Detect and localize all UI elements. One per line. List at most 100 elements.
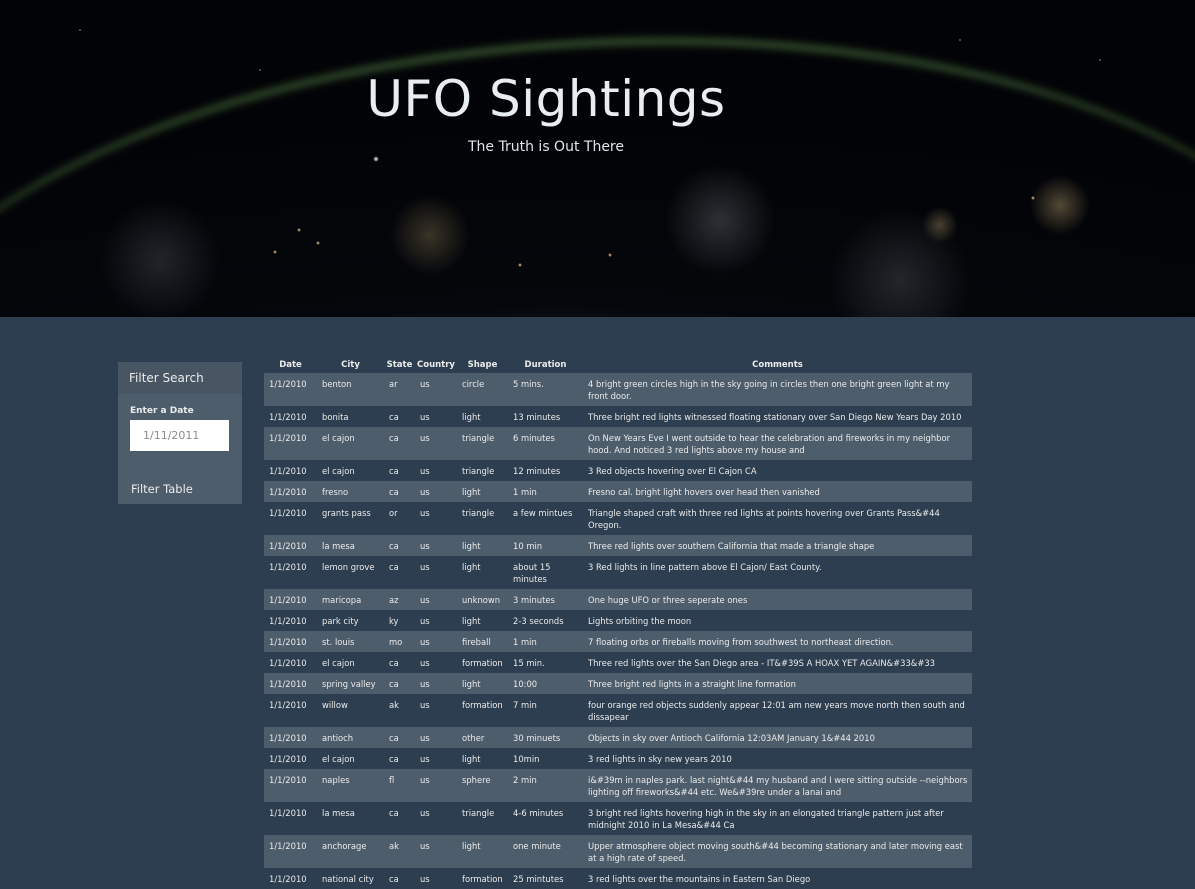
table-cell: a few mintues (513, 508, 573, 518)
table-cell: lemon grove (322, 562, 375, 572)
table-cell: triangle (462, 508, 495, 518)
table-cell: Fresno cal. bright light hovers over hea… (588, 487, 820, 497)
table-cell: ky (389, 616, 399, 626)
table-cell: 10min (513, 754, 540, 764)
column-header: Country (417, 359, 455, 370)
table-cell: ca (389, 808, 399, 818)
table-cell: 1/1/2010 (269, 487, 307, 497)
table-cell: us (420, 841, 430, 851)
table-cell: Three bright red lights in a straight li… (588, 679, 796, 689)
table-cell: On New Years Eve I went outside to hear … (588, 433, 951, 455)
table-cell: us (420, 379, 430, 389)
column-header: Shape (467, 359, 498, 370)
table-cell: ak (389, 700, 399, 710)
table-cell: ca (389, 412, 399, 422)
table-cell: us (420, 700, 430, 710)
table-cell: light (462, 679, 481, 689)
table-cell: light (462, 541, 481, 551)
table-row: 1/1/2010 el cajon ca us triangle 12 minutes 3 … (264, 460, 972, 481)
table-row: 1/1/2010 maricopa az us unknown 3 minutes One … (264, 589, 972, 610)
table-cell: ca (389, 733, 399, 743)
table-cell: park city (322, 616, 359, 626)
table-cell: ca (389, 487, 399, 497)
table-cell: us (420, 808, 430, 818)
table-cell: benton (322, 379, 352, 389)
table-row: 1/1/2010 park city ky us light 2-3 seconds Lig… (264, 610, 972, 631)
table-header-row: Date City State Country Shape Duration C… (264, 356, 972, 373)
table-cell: 3 Red objects hovering over El Cajon CA (588, 466, 757, 476)
table-row: 1/1/2010 el cajon ca us triangle 6 minutes On … (264, 427, 972, 460)
table-cell: us (420, 679, 430, 689)
table-cell: 1/1/2010 (269, 616, 307, 626)
table-cell: 1 min (513, 637, 537, 647)
table-cell: 3 bright red lights hovering high in the… (588, 808, 944, 830)
table-cell: 2 min (513, 775, 537, 785)
table-cell: Three bright red lights witnessed floati… (588, 412, 962, 422)
table-cell: 1/1/2010 (269, 775, 307, 785)
table-cell: or (389, 508, 398, 518)
table-cell: formation (462, 658, 503, 668)
table-cell: 1/1/2010 (269, 541, 307, 551)
table-cell: triangle (462, 808, 495, 818)
table-cell: willow (322, 700, 348, 710)
table-cell: 3 red lights in sky new years 2010 (588, 754, 732, 764)
table-cell: 1/1/2010 (269, 700, 307, 710)
table-cell: 1/1/2010 (269, 637, 307, 647)
table-cell: fl (389, 775, 395, 785)
filter-table-button[interactable]: Filter Table (131, 482, 193, 496)
table-cell: i&#39m in naples park. last night&#44 my… (588, 775, 968, 797)
table-cell: light (462, 754, 481, 764)
table-row: 1/1/2010 spring valley ca us light 10:00 Three… (264, 673, 972, 694)
hero-banner: UFO Sightings The Truth is Out There (0, 0, 1195, 317)
table-cell: us (420, 466, 430, 476)
table-row: 1/1/2010 grants pass or us triangle a few min… (264, 502, 972, 535)
table-cell: anchorage (322, 841, 367, 851)
column-header: Duration (524, 359, 567, 370)
table-cell: 1/1/2010 (269, 595, 307, 605)
table-cell: 1/1/2010 (269, 754, 307, 764)
table-row: 1/1/2010 bonita ca us light 13 minutes Three b… (264, 406, 972, 427)
table-row: 1/1/2010 la mesa ca us triangle 4-6 minutes 3 … (264, 802, 972, 835)
table-cell: Objects in sky over Antioch California 1… (588, 733, 875, 743)
table-cell: spring valley (322, 679, 376, 689)
table-cell: light (462, 562, 481, 572)
table-cell: 7 floating orbs or fireballs moving from… (588, 637, 894, 647)
table-cell: us (420, 595, 430, 605)
column-header: Comments (752, 359, 803, 370)
table-cell: la mesa (322, 541, 355, 551)
table-cell: sphere (462, 775, 491, 785)
table-cell: la mesa (322, 808, 355, 818)
table-cell: about 15 minutes (513, 562, 551, 584)
table-row: 1/1/2010 benton ar us circle 5 mins. 4 bright … (264, 373, 972, 406)
earth-at-night-image (0, 0, 1195, 317)
table-row: 1/1/2010 el cajon ca us formation 15 min. Thre… (264, 652, 972, 673)
column-header: City (341, 359, 360, 370)
filter-heading: Filter Search (118, 362, 242, 394)
table-cell: us (420, 616, 430, 626)
table-cell: 1/1/2010 (269, 379, 307, 389)
table-cell: el cajon (322, 754, 355, 764)
table-cell: us (420, 754, 430, 764)
table-cell: 1/1/2010 (269, 433, 307, 443)
table-cell: 13 minutes (513, 412, 561, 422)
table-cell: st. louis (322, 637, 355, 647)
table-cell: 5 mins. (513, 379, 544, 389)
sightings-table-container: Date City State Country Shape Duration C… (264, 356, 972, 889)
sightings-table: Date City State Country Shape Duration C… (264, 356, 972, 889)
table-cell: us (420, 508, 430, 518)
table-cell: Three red lights over the San Diego area… (588, 658, 936, 668)
table-cell: 1/1/2010 (269, 658, 307, 668)
page-subtitle: The Truth is Out There (468, 139, 624, 155)
table-cell: ca (389, 562, 399, 572)
table-cell: 4-6 minutes (513, 808, 564, 818)
table-row: 1/1/2010 el cajon ca us light 10min 3 red ligh… (264, 748, 972, 769)
table-cell: 1/1/2010 (269, 841, 307, 851)
table-cell: 3 minutes (513, 595, 555, 605)
table-cell: Lights orbiting the moon (588, 616, 692, 626)
table-cell: ca (389, 466, 399, 476)
table-row: 1/1/2010 fresno ca us light 1 min Fresno cal. … (264, 481, 972, 502)
table-cell: us (420, 658, 430, 668)
date-input[interactable] (130, 420, 229, 451)
table-cell: 6 minutes (513, 433, 555, 443)
table-cell: 1/1/2010 (269, 733, 307, 743)
